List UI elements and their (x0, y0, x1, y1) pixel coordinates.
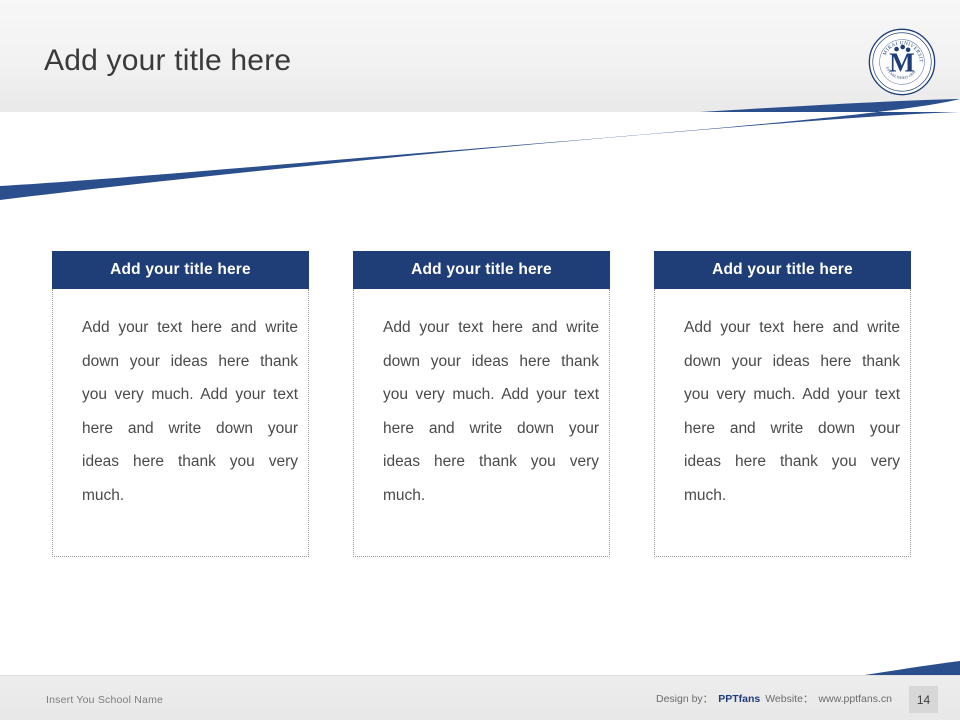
content-columns: Add your title here Add your text here a… (52, 251, 912, 557)
column-body: Add your text here and write down your i… (353, 289, 610, 557)
column-body: Add your text here and write down your i… (654, 289, 911, 557)
footer-credits: Design by： PPTfans Website： www.pptfans.… (656, 691, 892, 706)
design-by-label: Design by： (655, 693, 714, 705)
university-seal-icon: MIRAI UNIVERSITY ESTABLISHED 1909 M (868, 28, 936, 96)
website-label: Website： (765, 693, 814, 705)
footer-school-name: Insert You School Name (46, 694, 164, 706)
website-value: www.pptfans.cn (818, 692, 892, 705)
content-column: Add your title here Add your text here a… (654, 251, 911, 557)
column-body: Add your text here and write down your i… (52, 289, 309, 557)
design-by-value: PPTfans (718, 692, 761, 705)
slide-canvas: Add your title here MIRAI UNIVERSITY EST… (0, 0, 960, 720)
column-body-text: Add your text here and write down your i… (82, 319, 298, 504)
content-column: Add your title here Add your text here a… (52, 251, 309, 557)
column-heading: Add your title here (353, 251, 610, 289)
column-heading: Add your title here (654, 251, 911, 289)
content-column: Add your title here Add your text here a… (353, 251, 610, 557)
column-body-text: Add your text here and write down your i… (383, 319, 599, 504)
column-body-text: Add your text here and write down your i… (684, 319, 900, 504)
page-number-badge: 14 (909, 686, 938, 713)
page-title: Add your title here (44, 44, 292, 77)
column-heading: Add your title here (52, 251, 309, 289)
svg-text:M: M (889, 48, 915, 78)
